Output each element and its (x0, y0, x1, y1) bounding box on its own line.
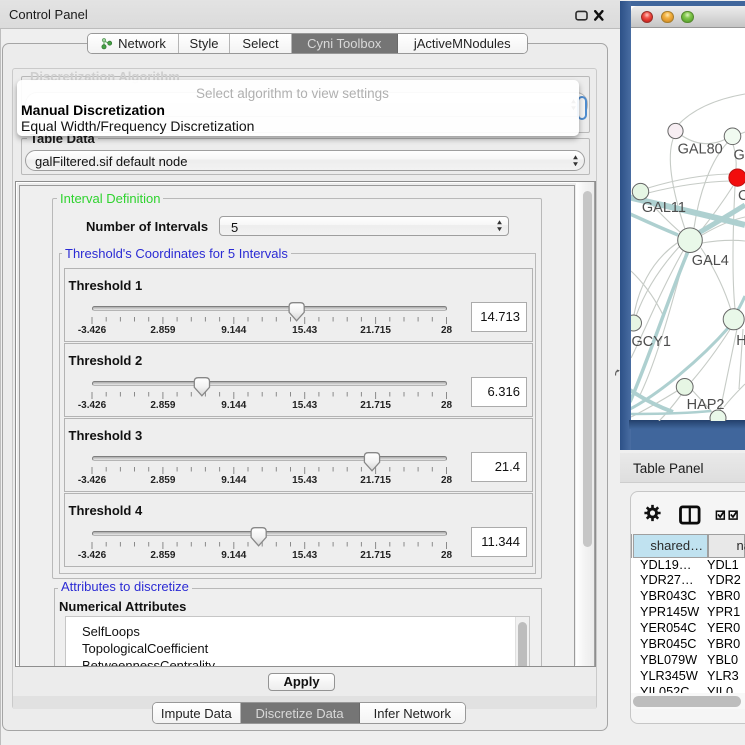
svg-text:C: C (738, 187, 745, 203)
svg-text:GAL11: GAL11 (642, 200, 686, 216)
svg-text:GAL80: GAL80 (678, 141, 723, 157)
svg-text:GAL4: GAL4 (692, 253, 729, 269)
svg-text:H: H (736, 332, 745, 348)
svg-text:G.: G. (734, 147, 745, 163)
svg-text:HAP2: HAP2 (687, 397, 725, 413)
svg-text:GCY1: GCY1 (632, 334, 672, 350)
